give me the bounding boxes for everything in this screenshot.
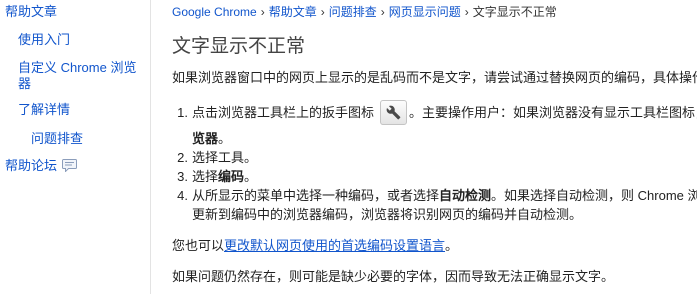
speech-bubble-icon bbox=[62, 159, 78, 173]
help-page: 帮助文章 使用入门 自定义 Chrome 浏览器 了解详情 问题排查 帮助论坛 … bbox=[0, 0, 697, 294]
steps-list: 1. 点击浏览器工具栏上的扳手图标 。主要操作用户：如果浏览器没有显示工具栏图标，… bbox=[172, 100, 697, 224]
breadcrumb: Google Chrome › 帮助文章 › 问题排查 › 网页显示问题 › 文字显示不正常 bbox=[172, 4, 557, 20]
encoding-note: 您也可以更改默认网页使用的首选编码设置语言。 bbox=[172, 238, 458, 254]
intro-paragraph: 如果浏览器窗口中的网页上显示的是乱码而不是文字，请尝试通过替换网页的编码，具体操… bbox=[172, 70, 697, 85]
breadcrumb-separator: › bbox=[320, 5, 325, 19]
sidebar-item-getting-started[interactable]: 使用入门 bbox=[18, 32, 70, 48]
step-text: 从所显示的菜单中选择一种编码，或者选择自动检测。如果选择自动检测，则 Chrom… bbox=[172, 186, 697, 205]
breadcrumb-link-troubleshooting[interactable]: 问题排查 bbox=[329, 5, 377, 19]
sidebar-item-learn-more[interactable]: 了解详情 bbox=[18, 102, 70, 118]
step-text-continuation: 览器。 bbox=[172, 129, 697, 148]
wrench-menu-button-illustration bbox=[380, 100, 408, 126]
step-text-segment: 。 bbox=[244, 169, 258, 184]
step-2: 2. 选择工具。 bbox=[172, 148, 697, 167]
encoding-note-suffix: 。 bbox=[445, 238, 459, 253]
breadcrumb-link-page-display-issues[interactable]: 网页显示问题 bbox=[389, 5, 461, 19]
menu-name-bold: 编码 bbox=[218, 169, 245, 184]
wrench-icon bbox=[386, 105, 401, 120]
breadcrumb-separator: › bbox=[260, 5, 265, 19]
breadcrumb-link-help-articles[interactable]: 帮助文章 bbox=[269, 5, 317, 19]
step-3: 3. 选择编码。 bbox=[172, 167, 697, 186]
sidebar-help-forum: 帮助论坛 bbox=[5, 158, 78, 174]
sidebar-item-help-forum[interactable]: 帮助论坛 bbox=[5, 158, 57, 173]
step-text: 点击浏览器工具栏上的扳手图标 。主要操作用户：如果浏览器没有显示工具栏图标，请 bbox=[172, 100, 697, 126]
step-text-segment: 点击浏览器工具栏上的扳手图标 bbox=[192, 105, 375, 120]
sidebar-item-help-articles[interactable]: 帮助文章 bbox=[5, 4, 57, 20]
page-title: 文字显示不正常 bbox=[172, 36, 306, 57]
step-text: 选择工具。 bbox=[192, 150, 258, 165]
breadcrumb-separator: › bbox=[380, 5, 385, 19]
sidebar-item-customize-chrome[interactable]: 自定义 Chrome 浏览器 bbox=[18, 60, 140, 92]
step-4: 4. 从所显示的菜单中选择一种编码，或者选择自动检测。如果选择自动检测，则 Ch… bbox=[172, 186, 697, 224]
step-number: 2. bbox=[177, 150, 188, 165]
step-1: 1. 点击浏览器工具栏上的扳手图标 。主要操作用户：如果浏览器没有显示工具栏图标，… bbox=[172, 100, 697, 148]
step-number: 1. bbox=[177, 105, 188, 120]
menu-name-bold: 览器 bbox=[192, 131, 219, 146]
change-default-encoding-link[interactable]: 更改默认网页使用的首选编码设置语言 bbox=[224, 238, 445, 253]
step-text-segment: 。主要操作用户：如果浏览器没有显示工具栏图标，请 bbox=[409, 105, 697, 120]
closing-paragraph: 如果问题仍然存在，则可能是缺少必要的字体，因而导致无法正确显示文字。 bbox=[172, 269, 615, 284]
step-text: 选择编码。 bbox=[172, 167, 697, 186]
breadcrumb-current: 文字显示不正常 bbox=[472, 5, 557, 19]
breadcrumb-separator: › bbox=[464, 5, 469, 19]
breadcrumb-link-google-chrome[interactable]: Google Chrome bbox=[172, 5, 257, 19]
sidebar-divider bbox=[150, 0, 151, 294]
step-number: 4. bbox=[177, 188, 188, 203]
step-number: 3. bbox=[177, 169, 188, 184]
article-content: Google Chrome › 帮助文章 › 问题排查 › 网页显示问题 › 文字显示不正常 文… bbox=[172, 0, 697, 294]
menu-name-bold: 自动检测 bbox=[439, 188, 492, 203]
step-text-segment: 。如果选择自动检测，则 Chrome 浏览 bbox=[491, 188, 697, 203]
step-text-segment: 选择 bbox=[192, 169, 219, 184]
step-text-continuation: 更新到编码中的浏览器编码，浏览器将识别网页的编码并自动检测。 bbox=[192, 207, 583, 222]
sidebar-nav: 帮助文章 使用入门 自定义 Chrome 浏览器 了解详情 问题排查 帮助论坛 bbox=[0, 0, 150, 294]
step-text-segment: 。 bbox=[218, 131, 232, 146]
encoding-note-prefix: 您也可以 bbox=[172, 238, 225, 253]
sidebar-item-troubleshooting[interactable]: 问题排查 bbox=[31, 131, 83, 147]
step-text-segment: 从所显示的菜单中选择一种编码，或者选择 bbox=[192, 188, 440, 203]
